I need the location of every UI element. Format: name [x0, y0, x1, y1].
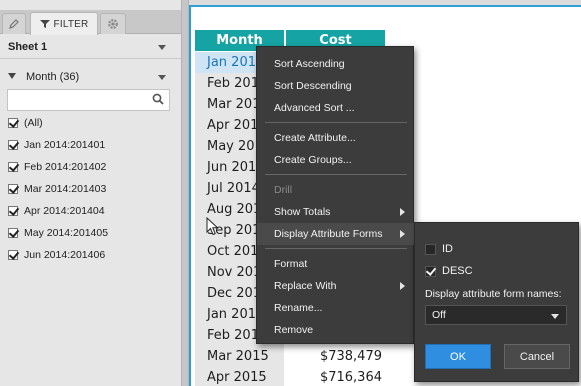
menu-separator	[265, 122, 407, 123]
grid-cell-month[interactable]: Mar 2015	[195, 346, 284, 367]
sheet-label: Sheet 1	[8, 41, 48, 53]
checkbox[interactable]	[425, 265, 436, 277]
menu-item-label: Advanced Sort ...	[274, 102, 355, 114]
filter-item-label: Mar 2014:201403	[24, 183, 107, 195]
menu-item-label: Format	[274, 258, 308, 270]
checkbox[interactable]	[8, 162, 18, 172]
menu-item-label: Create Attribute...	[274, 132, 356, 144]
filter-item[interactable]: Jun 2014:201406	[8, 247, 105, 263]
filter-item-label: Jan 2014:201401	[24, 139, 106, 151]
form-option-desc[interactable]: DESC	[425, 263, 473, 279]
tab-filter-label: FILTER	[53, 18, 89, 30]
grid-cell-cost[interactable]: $738,479	[285, 346, 385, 367]
attribute-forms-submenu: ID DESC Display attribute form names: Of…	[414, 222, 579, 382]
form-names-value: Off	[432, 309, 446, 321]
grid-cell-month[interactable]: Apr 2015	[195, 367, 284, 386]
menu-drill: Drill	[257, 179, 415, 201]
attribute-filter-header[interactable]: Month (36)	[0, 68, 181, 86]
menu-format[interactable]: Format	[257, 253, 415, 275]
tab-settings[interactable]	[100, 13, 126, 34]
context-menu: Sort Ascending Sort Descending Advanced So…	[256, 46, 415, 344]
form-option-label: ID	[442, 243, 453, 255]
filter-item-label: Feb 2014:201402	[24, 161, 107, 173]
submenu-arrow-icon	[400, 208, 405, 216]
menu-remove[interactable]: Remove	[257, 319, 415, 341]
menu-item-label: Show Totals	[274, 206, 331, 218]
filter-item[interactable]: May 2014:201405	[8, 225, 108, 241]
checkbox[interactable]	[8, 206, 18, 216]
chevron-down-icon[interactable]	[158, 75, 166, 80]
menu-display-attribute-forms[interactable]: Display Attribute Forms	[257, 223, 415, 245]
filter-item-label: May 2014:201405	[24, 227, 109, 239]
menu-separator	[265, 248, 407, 249]
menu-rename[interactable]: Rename...	[257, 297, 415, 319]
form-option-id[interactable]: ID	[425, 241, 453, 257]
menu-item-label: Rename...	[274, 302, 323, 314]
filter-item-label: Apr 2014:201404	[24, 205, 105, 217]
filter-item[interactable]: Jan 2014:201401	[8, 137, 105, 153]
tab-filter[interactable]: FILTER	[30, 12, 98, 35]
form-option-label: DESC	[442, 265, 473, 277]
menu-sort-descending[interactable]: Sort Descending	[257, 75, 415, 97]
checkbox[interactable]	[8, 228, 18, 238]
gear-icon	[108, 19, 118, 29]
menu-replace-with[interactable]: Replace With	[257, 275, 415, 297]
checkbox[interactable]	[8, 140, 18, 150]
filter-item-all[interactable]: (All)	[8, 115, 43, 131]
filter-item[interactable]: Apr 2014:201404	[8, 203, 105, 219]
filter-panel: FILTER Sheet 1 Month (36) (All) Jan 2014…	[0, 0, 181, 386]
chevron-down-icon	[158, 45, 166, 50]
menu-show-totals[interactable]: Show Totals	[257, 201, 415, 223]
checkbox[interactable]	[8, 250, 18, 260]
form-names-label: Display attribute form names:	[425, 288, 562, 300]
form-names-select[interactable]: Off	[425, 305, 567, 325]
checkbox[interactable]	[425, 243, 436, 255]
filter-item-label: Jun 2014:201406	[24, 249, 106, 261]
search-icon	[152, 93, 164, 105]
filter-item[interactable]: Feb 2014:201402	[8, 159, 106, 175]
sheet-selector[interactable]: Sheet 1	[0, 35, 181, 59]
menu-create-attribute[interactable]: Create Attribute...	[257, 127, 415, 149]
menu-sort-ascending[interactable]: Sort Ascending	[257, 53, 415, 75]
menu-item-label: Sort Descending	[274, 80, 352, 92]
menu-item-label: Create Groups...	[274, 154, 352, 166]
filter-item[interactable]: Mar 2014:201403	[8, 181, 106, 197]
filter-item-label: (All)	[24, 117, 43, 129]
tab-edit[interactable]	[2, 13, 26, 34]
submenu-arrow-icon	[400, 282, 405, 290]
menu-advanced-sort[interactable]: Advanced Sort ...	[257, 97, 415, 119]
collapse-triangle-icon	[8, 73, 16, 79]
menu-item-label: Remove	[274, 324, 314, 336]
menu-item-label: Display Attribute Forms	[274, 228, 383, 240]
checkbox[interactable]	[8, 118, 18, 128]
chevron-down-icon	[551, 314, 559, 319]
panel-tabbar: FILTER	[0, 10, 181, 35]
menu-item-label: Replace With	[274, 280, 337, 292]
panel-splitter[interactable]	[181, 0, 189, 386]
submenu-arrow-icon	[400, 230, 405, 238]
attribute-label: Month (36)	[26, 71, 80, 83]
grid-cell-cost[interactable]: $716,364	[285, 367, 385, 386]
pencil-icon	[9, 19, 19, 29]
menu-item-label: Sort Ascending	[274, 58, 345, 70]
menu-separator	[265, 174, 407, 175]
menu-item-label: Drill	[274, 184, 293, 196]
cancel-button[interactable]: Cancel	[504, 344, 570, 369]
checkbox[interactable]	[8, 184, 18, 194]
menu-create-groups[interactable]: Create Groups...	[257, 149, 415, 171]
ok-button[interactable]: OK	[425, 344, 491, 369]
mouse-cursor-icon	[206, 217, 219, 236]
search-input[interactable]	[7, 89, 170, 111]
funnel-icon	[39, 20, 50, 28]
